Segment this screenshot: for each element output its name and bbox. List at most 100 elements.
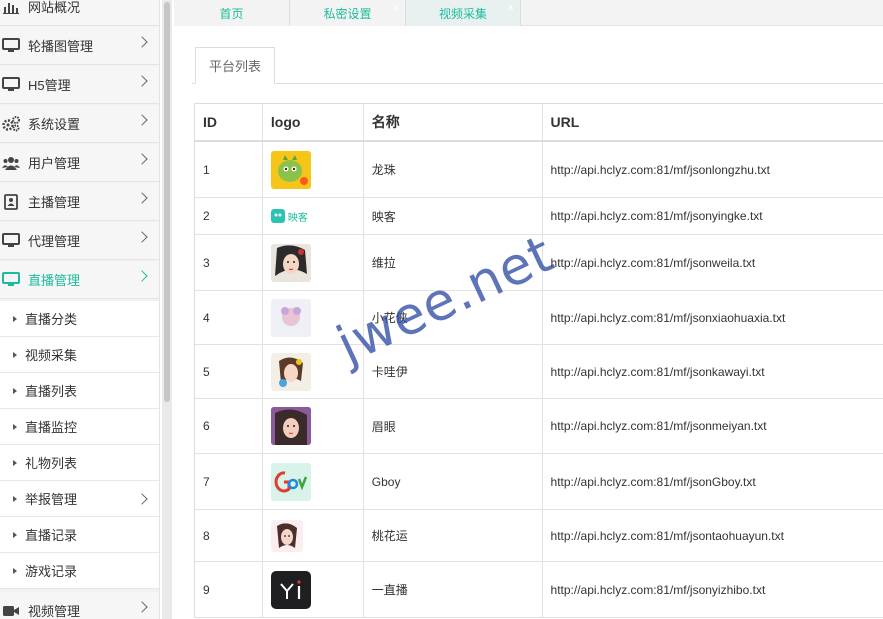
sidebar-item-live[interactable]: 直播管理 (0, 261, 159, 299)
cell-logo (263, 235, 364, 290)
cell-logo (263, 142, 364, 197)
cell-name: 龙珠 (364, 142, 543, 197)
chevron-right-icon (136, 192, 148, 204)
tab-label: 首页 (219, 6, 244, 21)
weila-logo (270, 243, 311, 282)
table-row: 3 维拉 http://api.hclyz.com:81/mf/jsonweil… (195, 235, 883, 291)
column-header-logo: logo (263, 104, 364, 140)
sidebar-item-h5[interactable]: H5管理 (0, 66, 159, 104)
sidebar-subitem-live-category[interactable]: 直播分类 (0, 301, 159, 337)
sidebar-subitem-gift-list[interactable]: 礼物列表 (0, 445, 159, 481)
sidebar-item-anchors[interactable]: 主播管理 (0, 183, 159, 221)
sidebar-item-carousel[interactable]: 轮播图管理 (0, 27, 159, 65)
cell-name: 小花侠 (364, 291, 543, 344)
cell-url[interactable]: http://api.hclyz.com:81/mf/jsonkawayi.tx… (543, 345, 883, 398)
sidebar-subitem-label: 直播列表 (25, 384, 78, 399)
cell-logo (263, 562, 364, 617)
table-row: 1 龙珠 http://api.hclyz.com:81/mf/jsonlong… (195, 142, 883, 198)
sidebar-item-label: 代理管理 (28, 234, 81, 249)
sidebar-subitem-live-records[interactable]: 直播记录 (0, 517, 159, 553)
sidebar-subitem-label: 游戏记录 (25, 564, 78, 579)
sidebar-item-overview[interactable]: 网站概况 (0, 0, 159, 26)
cell-url[interactable]: http://api.hclyz.com:81/mf/jsontaohuayun… (543, 510, 883, 561)
scrollbar-thumb[interactable] (164, 2, 170, 402)
table-row: 4 小花侠 http://api.hclyz.com:81/mf/jsonxia… (195, 291, 883, 345)
caret-right-icon (13, 315, 17, 322)
cell-logo (263, 345, 364, 398)
caret-right-icon (13, 531, 17, 538)
gears-icon (2, 115, 20, 132)
cell-url[interactable]: http://api.hclyz.com:81/mf/jsonxiaohuaxi… (543, 291, 883, 344)
gboy-logo (270, 462, 311, 501)
sidebar-item-label: H5管理 (28, 78, 71, 93)
table-row: 8 桃花运 http://api.hclyz.com:81/mf/jsontao… (195, 510, 883, 562)
cell-name: 维拉 (364, 235, 543, 290)
chevron-right-icon (136, 75, 148, 87)
sidebar-subitem-live-list[interactable]: 直播列表 (0, 373, 159, 409)
chevron-right-icon (136, 114, 148, 126)
xiaohuaxia-logo (270, 298, 311, 337)
close-icon[interactable]: × (393, 2, 399, 14)
tab-label: 私密设置 (323, 6, 372, 21)
id-card-icon (2, 193, 20, 210)
sidebar-item-label: 视频管理 (28, 604, 81, 619)
close-icon[interactable]: × (508, 2, 514, 14)
caret-right-icon (13, 351, 17, 358)
taohuayun-logo (270, 519, 303, 552)
column-header-url: URL (550, 114, 580, 130)
cell-url[interactable]: http://api.hclyz.com:81/mf/jsonGboy.txt (543, 454, 883, 509)
cell-url[interactable]: http://api.hclyz.com:81/mf/jsonmeiyan.tx… (543, 399, 883, 453)
sidebar-item-video[interactable]: 视频管理 (0, 592, 159, 619)
caret-right-icon (13, 459, 17, 466)
tab-privacy-settings[interactable]: 私密设置 × (290, 0, 406, 26)
cell-url[interactable]: http://api.hclyz.com:81/mf/jsonyingke.tx… (543, 198, 883, 234)
sidebar-subitem-label: 视频采集 (25, 348, 78, 363)
main-content: 平台列表 ID logo 名称 URL 1 龙珠 http://api.hcly… (174, 27, 883, 619)
platform-table: ID logo 名称 URL 1 龙珠 http://api.hclyz.com… (194, 103, 883, 618)
table-row: 5 卡哇伊 http://api.hclyz.com:81/mf/jsonkaw… (195, 345, 883, 399)
tab-video-collect[interactable]: 视频采集 × (406, 0, 521, 26)
cell-url[interactable]: http://api.hclyz.com:81/mf/jsonlongzhu.t… (543, 142, 883, 197)
cell-id: 1 (195, 142, 263, 197)
table-row: 2 映客 映客 http://api.hclyz.com:81/mf/jsony… (195, 198, 883, 235)
sidebar-subitem-live-monitor[interactable]: 直播监控 (0, 409, 159, 445)
subtab-divider (192, 83, 883, 84)
monitor-icon (2, 272, 20, 288)
cell-url[interactable]: http://api.hclyz.com:81/mf/jsonweila.txt (543, 235, 883, 290)
caret-right-icon (13, 387, 17, 394)
cell-name: 映客 (364, 198, 543, 234)
sidebar-scrollbar[interactable] (162, 0, 172, 619)
chevron-right-icon (136, 493, 148, 505)
cell-id: 3 (195, 235, 263, 290)
cell-logo (263, 510, 364, 561)
sidebar-item-label: 轮播图管理 (28, 39, 94, 54)
sidebar-item-users[interactable]: 用户管理 (0, 144, 159, 182)
sidebar-item-label: 系统设置 (28, 117, 81, 132)
cell-id: 6 (195, 399, 263, 453)
caret-right-icon (13, 567, 17, 574)
tab-home[interactable]: 首页 (174, 0, 290, 26)
cell-url[interactable]: http://api.hclyz.com:81/mf/jsonyizhibo.t… (543, 562, 883, 617)
sidebar-item-label: 主播管理 (28, 195, 81, 210)
meiyan-logo (270, 407, 311, 445)
cell-name: 眉眼 (364, 399, 543, 453)
table-row: 9 一直播 http://api.hclyz.com:81/mf/jsonyiz… (195, 562, 883, 618)
monitor-icon (2, 38, 20, 54)
chevron-right-icon (136, 270, 148, 282)
chevron-right-icon (136, 601, 148, 613)
subtab-platform-list[interactable]: 平台列表 (195, 47, 275, 84)
sidebar-item-agents[interactable]: 代理管理 (0, 222, 159, 260)
longzhu-logo (270, 150, 311, 189)
sidebar-subitem-game-records[interactable]: 游戏记录 (0, 553, 159, 589)
cell-id: 7 (195, 454, 263, 509)
cell-name: 卡哇伊 (364, 345, 543, 398)
cell-logo (263, 291, 364, 344)
column-header-name: 名称 (364, 104, 543, 140)
sidebar-subitem-label: 直播监控 (25, 420, 78, 435)
tab-label: 视频采集 (438, 6, 487, 21)
caret-right-icon (13, 423, 17, 430)
kawayi-logo (270, 352, 311, 391)
sidebar-subitem-reports[interactable]: 举报管理 (0, 481, 159, 517)
sidebar-subitem-video-collect[interactable]: 视频采集 (0, 337, 159, 373)
sidebar-item-settings[interactable]: 系统设置 (0, 105, 159, 143)
